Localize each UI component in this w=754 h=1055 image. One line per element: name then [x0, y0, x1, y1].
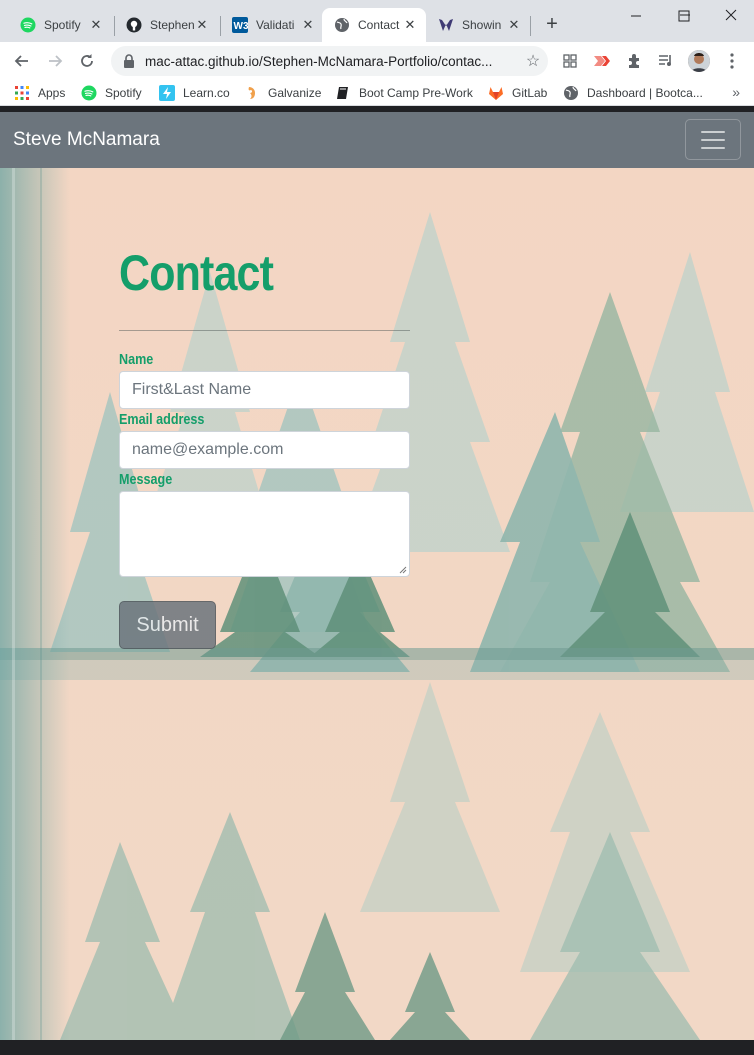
name-placeholder: First&Last Name — [132, 381, 252, 398]
close-icon[interactable]: ✕ — [402, 17, 418, 33]
svg-text:W3: W3 — [234, 21, 249, 32]
bookmark-spotify[interactable]: Spotify — [81, 84, 142, 102]
site-icon — [438, 17, 454, 33]
tab-divider — [530, 16, 531, 36]
gitlab-icon — [488, 85, 504, 101]
galvanize-icon — [244, 85, 260, 101]
bookmark-label: Galvanize — [268, 86, 322, 100]
email-placeholder: name@example.com — [132, 441, 284, 458]
bookmark-star-icon[interactable]: ☆ — [518, 51, 548, 71]
hamburger-icon — [701, 138, 725, 141]
tab-contact[interactable]: Contact ✕ — [322, 8, 426, 42]
bookmarks-overflow-button[interactable]: » — [732, 84, 740, 100]
back-button[interactable] — [10, 49, 34, 73]
tab-strip: Spotify ✕ Stephen ✕ W3 Validati ✕ Contac… — [0, 0, 754, 42]
name-input[interactable]: First&Last Name — [119, 371, 410, 409]
resize-grip-icon[interactable] — [399, 566, 407, 574]
tab-title: Spotify — [44, 18, 81, 32]
navbar-toggle-button[interactable] — [685, 119, 741, 160]
tab-spotify[interactable]: Spotify ✕ — [8, 8, 112, 42]
profile-avatar[interactable] — [688, 50, 710, 72]
tab-validation[interactable]: W3 Validati ✕ — [220, 8, 324, 42]
window-bottom-edge — [0, 1040, 754, 1055]
close-icon[interactable]: ✕ — [88, 17, 104, 33]
tab-title: Validati — [256, 18, 295, 32]
site-navbar: Steve McNamara — [0, 112, 754, 168]
spotify-icon — [81, 85, 97, 101]
bookmark-dashboard[interactable]: Dashboard | Bootca... — [563, 84, 703, 102]
lock-icon — [121, 53, 137, 69]
name-label: Name — [119, 351, 154, 368]
close-icon[interactable]: ✕ — [194, 17, 210, 33]
bookmark-label: Learn.co — [183, 86, 230, 100]
bookmark-label: Spotify — [105, 86, 142, 100]
bookmark-gitlab[interactable]: GitLab — [488, 84, 547, 102]
page-viewport: Steve McNamara Contact Name First&Last N… — [0, 112, 754, 1040]
address-bar[interactable]: mac-attac.github.io/Stephen-McNamara-Por… — [111, 46, 548, 76]
bookmarks-bar: Apps Spotify Learn.co Galvanize Boot Cam… — [0, 80, 754, 106]
book-icon — [335, 85, 351, 101]
message-label: Message — [119, 471, 173, 488]
bookmark-bootcamp[interactable]: Boot Camp Pre-Work — [335, 84, 473, 102]
tab-github[interactable]: Stephen ✕ — [114, 8, 218, 42]
forward-button[interactable] — [43, 49, 67, 73]
close-window-button[interactable] — [708, 0, 754, 30]
spotify-icon — [20, 17, 36, 33]
message-textarea[interactable] — [119, 491, 410, 577]
bookmark-galvanize[interactable]: Galvanize — [244, 84, 321, 102]
bookmark-label: Boot Camp Pre-Work — [359, 86, 473, 100]
browser-toolbar: mac-attac.github.io/Stephen-McNamara-Por… — [0, 42, 754, 80]
url-text: mac-attac.github.io/Stephen-McNamara-Por… — [145, 53, 493, 69]
minimize-icon — [630, 9, 642, 27]
bookmark-label: GitLab — [512, 86, 548, 100]
tab-title: Contact — [358, 18, 400, 32]
tab-showing[interactable]: Showin ✕ — [426, 8, 530, 42]
hamburger-icon — [701, 146, 725, 149]
close-icon[interactable]: ✕ — [506, 17, 522, 33]
email-label: Email address — [119, 411, 205, 428]
site-brand[interactable]: Steve McNamara — [13, 129, 160, 151]
maximize-icon — [678, 9, 690, 27]
github-icon — [126, 17, 142, 33]
bookmark-apps[interactable]: Apps — [14, 84, 65, 102]
tab-title: Showin — [462, 18, 502, 32]
reload-button[interactable] — [75, 49, 99, 73]
bookmark-label: Apps — [38, 86, 66, 100]
w3c-icon: W3 — [232, 17, 248, 33]
page-title: Contact — [119, 245, 274, 301]
extensions-puzzle-icon[interactable] — [622, 49, 646, 73]
tab-title: Stephen — [150, 18, 194, 32]
close-icon[interactable]: ✕ — [300, 17, 316, 33]
title-divider — [119, 330, 410, 331]
cast-extension-icon[interactable] — [590, 49, 614, 73]
new-tab-button[interactable]: + — [542, 14, 562, 34]
learnco-icon — [159, 85, 175, 101]
hamburger-icon — [701, 130, 725, 133]
globe-icon — [563, 85, 579, 101]
tab-search-icon[interactable] — [558, 49, 582, 73]
apps-grid-icon — [14, 85, 30, 101]
bookmark-learnco[interactable]: Learn.co — [159, 84, 230, 102]
email-input[interactable]: name@example.com — [119, 431, 410, 469]
submit-button[interactable]: Submit — [119, 601, 216, 649]
more-menu-icon[interactable] — [720, 49, 744, 73]
globe-icon — [334, 17, 350, 33]
bookmark-label: Dashboard | Bootca... — [587, 86, 703, 100]
contact-form: Contact Name First&Last Name Email addre… — [119, 244, 410, 649]
media-control-icon[interactable] — [654, 49, 678, 73]
